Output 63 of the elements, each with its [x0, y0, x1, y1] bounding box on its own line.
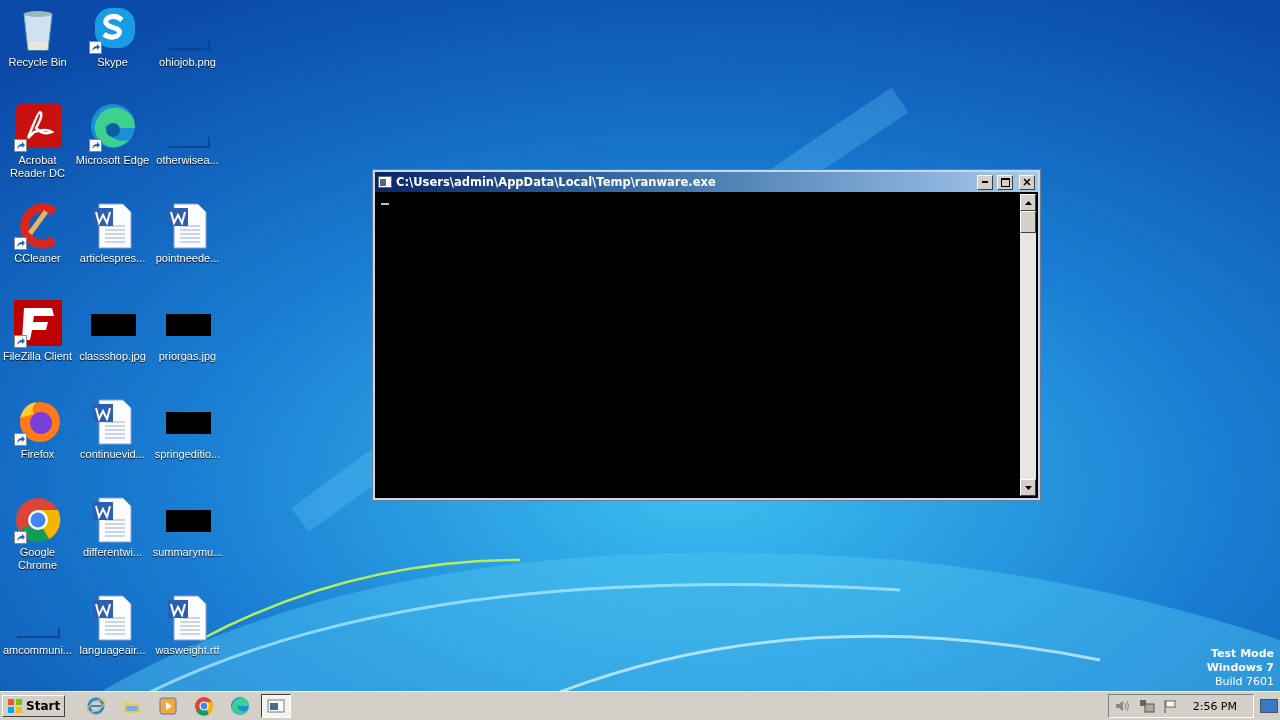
edition-text: Build 7601: [1214, 675, 1274, 689]
maximize-button[interactable]: [997, 174, 1013, 190]
icon-label[interactable]: pointneede...: [155, 252, 220, 265]
chrome-icon: [194, 696, 215, 716]
media-player-icon: [158, 696, 179, 716]
up-arrow-icon: [1024, 200, 1032, 205]
blank-file-icon: [165, 38, 210, 50]
shortcut-arrow-icon: [13, 237, 27, 250]
start-button[interactable]: Start: [2, 695, 66, 717]
blank-file-icon: [165, 136, 210, 148]
blank-file-icon: [15, 626, 60, 638]
icon-label[interactable]: Google Chrome: [0, 546, 75, 572]
minimize-button[interactable]: [977, 174, 993, 190]
icon-label[interactable]: Acrobat Reader DC: [0, 154, 75, 180]
icon-label[interactable]: Firefox: [20, 448, 55, 461]
icon-label[interactable]: Skype: [97, 56, 128, 69]
shortcut-arrow-icon: [13, 139, 27, 152]
icon-label[interactable]: continuevid...: [80, 448, 145, 461]
icon-label[interactable]: ohiojob.png: [159, 56, 216, 69]
shortcut-arrow-icon: [13, 335, 27, 348]
icon-label[interactable]: articlespres...: [79, 252, 146, 265]
taskbar-button[interactable]: [261, 694, 292, 718]
filezilla-icon: [13, 300, 62, 348]
icon-label[interactable]: classshop.jpg: [79, 350, 146, 363]
icon-label[interactable]: otherwisea...: [156, 154, 219, 167]
icon-label[interactable]: springeditio...: [154, 448, 221, 461]
clock[interactable]: 2:56 PM: [1192, 699, 1237, 713]
chrome-icon: [13, 496, 62, 544]
maximize-icon: [1000, 177, 1010, 187]
minimize-icon: [982, 181, 988, 183]
close-button[interactable]: [1019, 174, 1035, 190]
shortcut-arrow-icon: [88, 41, 102, 54]
icon-label[interactable]: FileZilla Client: [2, 350, 73, 363]
edition-text: Test Mode: [1211, 647, 1274, 661]
icon-label[interactable]: differentwi...: [82, 546, 143, 559]
window-title: C:\Users\admin\AppData\Local\Temp\ranware.exe: [396, 175, 717, 189]
down-arrow-icon: [1024, 485, 1032, 490]
icon-label[interactable]: wasweight.rtf: [155, 644, 220, 657]
console-window-icon: [378, 176, 392, 188]
icon-label[interactable]: languageair...: [79, 644, 146, 657]
flag-icon: [1162, 699, 1179, 713]
internet-explorer-icon: [86, 696, 107, 716]
icon-label[interactable]: priorgas.jpg: [158, 350, 217, 363]
network-icon: [1138, 699, 1155, 713]
edition-text: Windows 7: [1206, 661, 1274, 675]
scrollbar[interactable]: [1020, 194, 1036, 496]
scroll-up-button[interactable]: [1020, 194, 1036, 211]
icon-label[interactable]: CCleaner: [14, 252, 61, 265]
close-icon: [1023, 178, 1031, 186]
shortcut-arrow-icon: [13, 433, 27, 446]
speaker-icon: [1114, 699, 1131, 713]
console-window-icon: [266, 696, 287, 716]
edge-browser-icon: [230, 696, 251, 716]
icon-label[interactable]: summarymu...: [152, 546, 223, 559]
icon-label[interactable]: amcommuni...: [2, 644, 73, 657]
scroll-thumb[interactable]: [1020, 211, 1036, 233]
text-cursor: [381, 203, 389, 205]
windows-logo-icon: [7, 698, 23, 714]
icon-label[interactable]: Recycle Bin: [8, 56, 67, 69]
icon-label[interactable]: Microsoft Edge: [75, 154, 150, 167]
shortcut-arrow-icon: [13, 531, 27, 544]
shortcut-arrow-icon: [88, 139, 102, 152]
scroll-down-button[interactable]: [1020, 479, 1036, 496]
